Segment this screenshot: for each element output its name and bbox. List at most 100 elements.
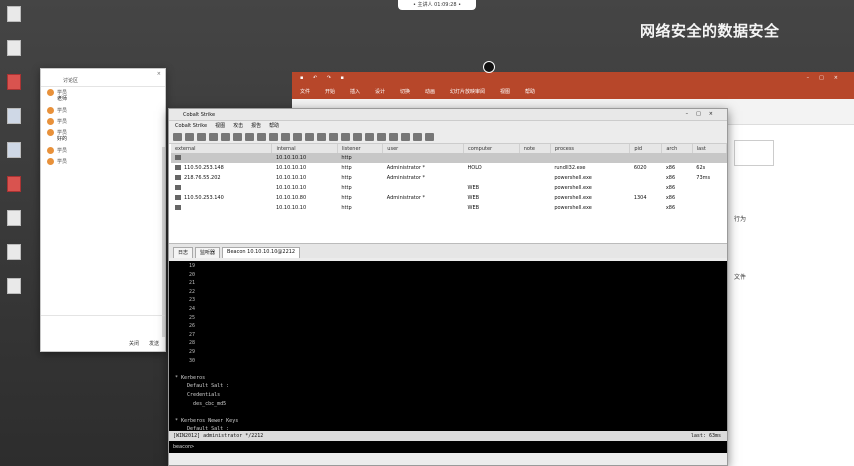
table-cell: http — [337, 183, 383, 193]
desktop-icon[interactable] — [0, 244, 32, 262]
line-number: 28 — [188, 340, 195, 347]
beacon-command-input[interactable]: beacon> — [169, 441, 727, 453]
cs-menu-item[interactable]: Cobalt Strike — [175, 121, 207, 131]
table-row[interactable]: 110.50.253.148 10.10.10.10 http Administrat… — [171, 163, 727, 173]
table-cell: WEB — [463, 203, 520, 213]
ppt-tab[interactable]: 帮助 — [525, 86, 550, 99]
toolbar-button-icon[interactable] — [221, 133, 230, 141]
cs-window-controls[interactable]: –□× — [686, 111, 721, 117]
toolbar-button-icon[interactable] — [413, 133, 422, 141]
ppt-tab[interactable]: 幻灯片放映 — [450, 86, 475, 99]
console-line: 28 — [175, 340, 721, 349]
beacon-console[interactable]: 19 20 21 22 23 24 25 26 27 28 29 30 * Kerberos Defa… — [169, 261, 727, 431]
toolbar-button-icon[interactable] — [389, 133, 398, 141]
toolbar-button-icon[interactable] — [305, 133, 314, 141]
toolbar-button-icon[interactable] — [233, 133, 242, 141]
toolbar-button-icon[interactable] — [365, 133, 374, 141]
toolbar-button-icon[interactable] — [197, 133, 206, 141]
table-row[interactable]: 110.50.253.140 10.10.10.80 http Administrat… — [171, 193, 727, 203]
toolbar-button-icon[interactable] — [401, 133, 410, 141]
column-header[interactable]: internal — [271, 144, 338, 153]
ppt-tab[interactable]: 审阅 — [475, 86, 500, 99]
cs-menu-item[interactable]: 帮助 — [269, 121, 279, 131]
toolbar-button-icon[interactable] — [173, 133, 182, 141]
avatar — [47, 147, 54, 154]
ppt-tab[interactable]: 动画 — [425, 86, 450, 99]
cs-menu-item[interactable]: 报告 — [251, 121, 261, 131]
chat-close-button[interactable]: 关闭 — [129, 340, 139, 347]
ppt-tab[interactable]: 切换 — [400, 86, 425, 99]
table-cell — [519, 183, 551, 193]
cell-text: x86 — [665, 175, 676, 181]
desktop-icon[interactable] — [0, 176, 32, 194]
close-icon[interactable]: × — [157, 71, 161, 77]
table-row[interactable]: 10.10.10.10 http WEB powershell.exe x86 — [171, 203, 727, 213]
column-header[interactable]: last — [692, 144, 728, 153]
desktop-icon[interactable] — [0, 278, 32, 296]
quick-access-toolbar[interactable]: ▪ ↶ ↷ ▪ — [300, 75, 348, 81]
chat-scrollbar[interactable] — [162, 147, 165, 337]
desktop-icon[interactable] — [0, 6, 32, 24]
column-header[interactable]: arch — [661, 144, 693, 153]
desktop-icon[interactable] — [0, 142, 32, 160]
toolbar-button-icon[interactable] — [377, 133, 386, 141]
chat-send-button[interactable]: 发送 — [149, 340, 159, 347]
column-header[interactable]: listener — [337, 144, 384, 153]
table-row[interactable]: 218.76.55.202 10.10.10.10 http Administrato… — [171, 173, 727, 183]
beacon-icon — [175, 195, 181, 200]
window-controls[interactable]: –□× — [807, 75, 848, 81]
desktop: • 主讲人 01:09:28 • 网络安全的数据安全 讨论区 × 学员 老师 学员学… — [0, 0, 854, 466]
toolbar-button-icon[interactable] — [317, 133, 326, 141]
ppt-tab[interactable]: 文件 — [300, 86, 325, 99]
toolbar-button-icon[interactable] — [269, 133, 278, 141]
toolbar-button-icon[interactable] — [257, 133, 266, 141]
toolbar-button-icon[interactable] — [281, 133, 290, 141]
line-number: 23 — [188, 297, 195, 304]
column-header[interactable]: note — [519, 144, 551, 153]
cs-menu-item[interactable]: 视图 — [215, 121, 225, 131]
table-row[interactable]: 10.10.10.10 http WEB powershell.exe x86 — [171, 183, 727, 193]
chat-input-area[interactable]: 关闭 发送 — [41, 315, 165, 351]
beacon-icon — [175, 205, 181, 210]
toolbar-button-icon[interactable] — [293, 133, 302, 141]
cs-tab[interactable]: 日志 — [173, 247, 194, 258]
column-header[interactable]: process — [550, 144, 631, 153]
table-cell: 10.10.10.10 — [271, 203, 338, 213]
table-cell — [519, 153, 551, 163]
toolbar-button-icon[interactable] — [209, 133, 218, 141]
toolbar-button-icon[interactable] — [353, 133, 362, 141]
desktop-icon[interactable] — [0, 74, 32, 92]
toolbar-button-icon[interactable] — [185, 133, 194, 141]
toolbar-button-icon[interactable] — [341, 133, 350, 141]
toolbar-button-icon[interactable] — [245, 133, 254, 141]
ppt-tab[interactable]: 开始 — [325, 86, 350, 99]
table-cell: powershell.exe — [550, 173, 630, 183]
file-icon — [7, 244, 21, 260]
table-cell: http — [337, 173, 383, 183]
ppt-tab[interactable]: 设计 — [375, 86, 400, 99]
cs-title: Cobalt Strike — [183, 112, 216, 118]
column-header[interactable]: computer — [463, 144, 520, 153]
cs-tab[interactable]: 监听器 — [195, 247, 221, 258]
line-number: 22 — [188, 288, 195, 295]
ppt-tab[interactable]: 视图 — [500, 86, 525, 99]
column-header[interactable]: user — [382, 144, 464, 153]
column-header[interactable]: external — [171, 144, 273, 153]
chat-tab-discussion[interactable]: 讨论区 — [63, 77, 78, 84]
toolbar-button-icon[interactable] — [425, 133, 434, 141]
table-row[interactable]: 10.10.10.10 http — [171, 153, 727, 163]
table-cell — [629, 203, 662, 213]
cs-tab[interactable]: Beacon 10.10.10.10@2212 — [222, 247, 301, 258]
cs-menu-item[interactable]: 攻击 — [233, 121, 243, 131]
desktop-icon[interactable] — [0, 40, 32, 58]
desktop-icon[interactable] — [0, 108, 32, 126]
desktop-icon[interactable] — [0, 210, 32, 228]
toolbar-button-icon[interactable] — [329, 133, 338, 141]
table-cell: http — [337, 193, 383, 203]
ppt-slide-thumbnail[interactable] — [734, 140, 774, 166]
cell-text: 73ms — [696, 175, 711, 181]
column-header[interactable]: pid — [629, 144, 663, 153]
ppt-tab[interactable]: 插入 — [350, 86, 375, 99]
table-cell — [692, 203, 727, 213]
